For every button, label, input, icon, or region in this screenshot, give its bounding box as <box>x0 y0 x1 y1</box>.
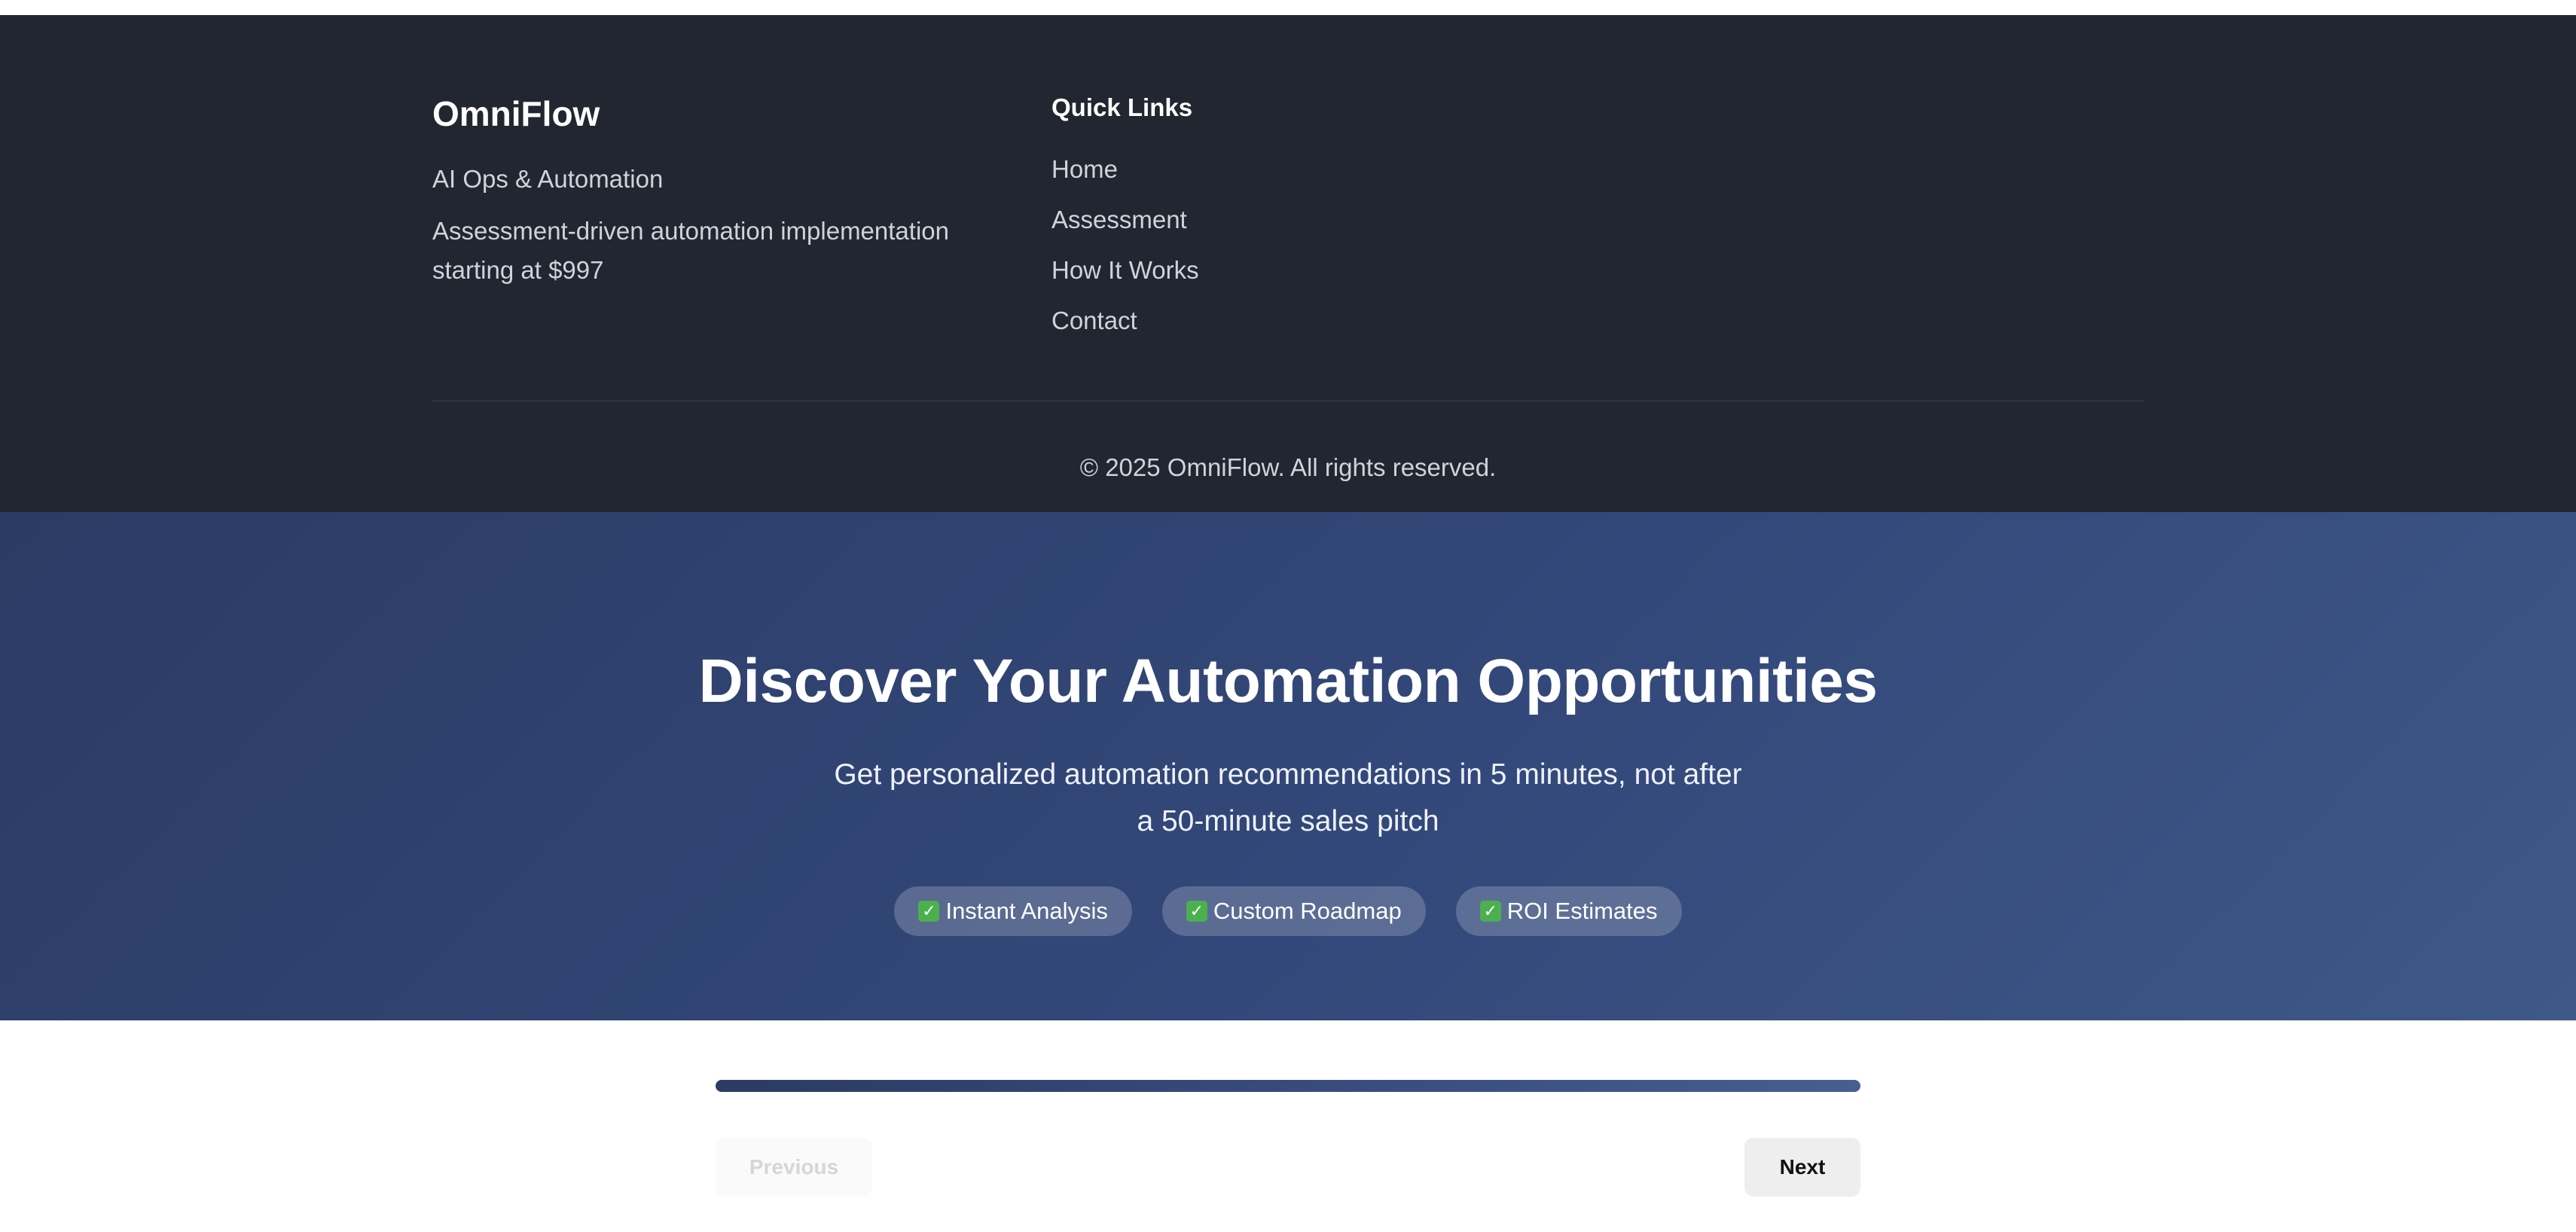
footer-link-home[interactable]: Home <box>1051 152 1503 203</box>
hero-feature-pills: ✓ Instant Analysis ✓ Custom Roadmap ✓ RO… <box>0 886 2576 936</box>
feature-pill-label: ROI Estimates <box>1506 898 1658 924</box>
quick-links-list: Home Assessment How It Works Contact <box>1051 152 1503 354</box>
site-footer: OmniFlow AI Ops & Automation Assessment-… <box>0 15 2576 512</box>
previous-button[interactable]: Previous <box>716 1138 872 1197</box>
footer-link-how-it-works[interactable]: How It Works <box>1051 253 1503 303</box>
hero-title: Discover Your Automation Opportunities <box>698 647 1878 715</box>
feature-pill-instant-analysis: ✓ Instant Analysis <box>894 886 1132 936</box>
assessment-hero: Discover Your Automation Opportunities G… <box>0 512 2576 1020</box>
footer-brand-tagline: AI Ops & Automation <box>432 165 664 194</box>
footer-quick-links: Quick Links Home Assessment How It Works… <box>1051 90 1503 354</box>
footer-inner: OmniFlow AI Ops & Automation Assessment-… <box>432 15 2144 512</box>
footer-link-assessment[interactable]: Assessment <box>1051 203 1503 253</box>
footer-link-contact[interactable]: Contact <box>1051 303 1503 354</box>
feature-pill-label: Custom Roadmap <box>1213 898 1402 924</box>
footer-brand-name: OmniFlow <box>432 94 600 133</box>
check-box-icon: ✓ <box>1186 901 1207 922</box>
quick-links-title: Quick Links <box>1051 93 1193 121</box>
feature-pill-custom-roadmap: ✓ Custom Roadmap <box>1161 886 1426 936</box>
footer-brand-column: OmniFlow AI Ops & Automation Assessment-… <box>432 93 1005 289</box>
hero-subtitle: Get personalized automation recommendati… <box>834 758 1742 837</box>
feature-pill-label: Instant Analysis <box>945 898 1108 924</box>
assessment-progress-bar <box>716 1080 1860 1092</box>
feature-pill-roi-estimates: ✓ ROI Estimates <box>1455 886 1682 936</box>
check-box-icon: ✓ <box>918 901 940 922</box>
next-button[interactable]: Next <box>1744 1138 1860 1197</box>
footer-brand-description: Assessment-driven automation implementat… <box>432 217 949 284</box>
check-box-icon: ✓ <box>1479 901 1501 922</box>
footer-copyright: © 2025 OmniFlow. All rights reserved. <box>1079 453 1497 481</box>
